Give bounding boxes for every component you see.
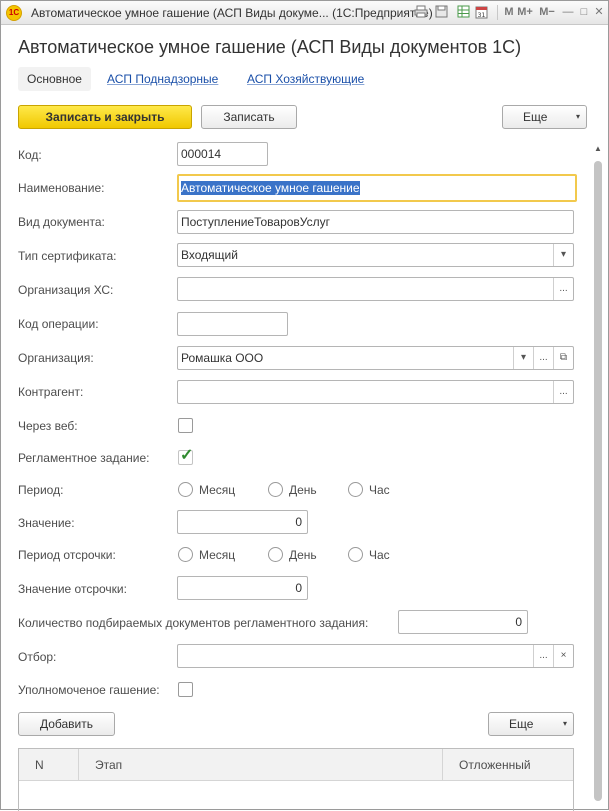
tab-supervised[interactable]: АСП Поднадзорные: [107, 67, 218, 91]
radio-label: День: [289, 548, 317, 562]
filter-label: Отбор:: [18, 650, 57, 664]
open-icon[interactable]: ⧉: [553, 347, 573, 369]
doc-count-field[interactable]: 0: [398, 610, 528, 634]
scheduled-checkbox[interactable]: ✓: [178, 447, 194, 465]
calendar-icon[interactable]: 31: [473, 5, 489, 20]
org-field[interactable]: Ромашка ООО ▾ ... ⧉: [177, 346, 574, 370]
column-header-deferred[interactable]: Отложенный: [443, 749, 573, 781]
radio-label: Месяц: [199, 548, 236, 562]
stages-table[interactable]: N Этап Отложенный: [18, 748, 574, 811]
counterparty-label: Контрагент:: [18, 385, 84, 399]
more-button[interactable]: Еще ▾: [502, 105, 587, 129]
counterparty-field[interactable]: ...: [177, 380, 574, 404]
save-and-close-button[interactable]: Записать и закрыть: [18, 105, 192, 129]
doc-type-field[interactable]: ПоступлениеТоваровУслуг: [177, 210, 574, 234]
delay-period-label: Период отсрочки:: [18, 548, 116, 562]
scroll-up-icon[interactable]: ▲: [590, 141, 606, 157]
name-label: Наименование:: [18, 181, 105, 195]
op-code-label: Код операции:: [18, 317, 99, 331]
radio-button[interactable]: [178, 482, 193, 497]
toolbar-separator: [497, 5, 498, 20]
table-header: N Этап Отложенный: [19, 749, 573, 781]
add-row-button[interactable]: Добавить: [18, 712, 115, 736]
window-title: Автоматическое умное гашение (АСП Виды д…: [31, 6, 433, 20]
print-icon[interactable]: [413, 5, 429, 20]
form-window: 1С Автоматическое умное гашение (АСП Вид…: [0, 0, 609, 811]
close-icon[interactable]: ✕: [591, 5, 607, 20]
ellipsis-icon[interactable]: ...: [553, 381, 573, 403]
period-label: Период:: [18, 483, 64, 497]
doc-count-label: Количество подбираемых документов реглам…: [18, 616, 369, 630]
chevron-down-icon: ▾: [562, 719, 567, 728]
minimize-icon[interactable]: —: [560, 5, 576, 20]
authorized-label: Уполномоченое гашение:: [18, 683, 160, 697]
cert-type-label: Тип сертификата:: [18, 249, 117, 263]
scheduled-label: Регламентное задание:: [18, 451, 150, 465]
radio-label: Месяц: [199, 483, 236, 497]
radio-label: День: [289, 483, 317, 497]
radio-button[interactable]: [178, 547, 193, 562]
scrollbar-thumb[interactable]: [594, 161, 602, 801]
tab-main[interactable]: Основное: [18, 67, 91, 91]
title-bar: 1С Автоматическое умное гашение (АСП Вид…: [1, 1, 608, 25]
vertical-scrollbar[interactable]: ▲: [590, 141, 606, 811]
chevron-down-icon[interactable]: ▾: [513, 347, 533, 369]
column-header-stage[interactable]: Этап: [79, 749, 443, 781]
org-value: Ромашка ООО: [181, 351, 264, 365]
cert-type-select[interactable]: Входящий ▾: [177, 243, 574, 267]
delay-value-field[interactable]: 0: [177, 576, 308, 600]
chevron-down-icon: ▾: [575, 112, 580, 121]
value-label: Значение:: [18, 516, 75, 530]
app-logo-icon[interactable]: 1С: [6, 5, 22, 21]
memory-minus-icon[interactable]: M−: [537, 5, 557, 20]
value-field[interactable]: 0: [177, 510, 308, 534]
maximize-icon[interactable]: □: [576, 5, 592, 20]
table-icon[interactable]: [455, 5, 471, 20]
ellipsis-icon[interactable]: ...: [533, 347, 553, 369]
radio-label: Час: [369, 483, 390, 497]
checkmark-icon: ✓: [180, 447, 194, 464]
radio-button[interactable]: [268, 482, 283, 497]
doc-type-label: Вид документа:: [18, 215, 105, 229]
op-code-field[interactable]: [177, 312, 288, 336]
tab-business-entities[interactable]: АСП Хозяйствующие: [247, 67, 364, 91]
clear-icon[interactable]: ×: [553, 645, 573, 667]
radio-button[interactable]: [268, 547, 283, 562]
org-label: Организация:: [18, 351, 94, 365]
column-header-n[interactable]: N: [19, 749, 79, 781]
svg-text:31: 31: [477, 12, 485, 19]
page-title: Автоматическое умное гашение (АСП Виды д…: [18, 37, 522, 57]
memory-plus-icon[interactable]: M+: [515, 5, 535, 20]
cert-type-value: Входящий: [181, 248, 238, 262]
code-field[interactable]: 000014: [177, 142, 268, 166]
chevron-down-icon[interactable]: ▾: [553, 244, 573, 266]
delay-value-label: Значение отсрочки:: [18, 582, 127, 596]
filter-field[interactable]: ... ×: [177, 644, 574, 668]
table-more-label: Еще: [509, 717, 534, 731]
org-hs-label: Организация ХС:: [18, 283, 114, 297]
authorized-checkbox[interactable]: [178, 682, 193, 697]
radio-button[interactable]: [348, 482, 363, 497]
via-web-checkbox[interactable]: [178, 418, 193, 433]
more-button-label: Еще: [523, 110, 548, 124]
table-more-button[interactable]: Еще ▾: [488, 712, 574, 736]
ellipsis-icon[interactable]: ...: [533, 645, 553, 667]
org-hs-field[interactable]: ...: [177, 277, 574, 301]
radio-button[interactable]: [348, 547, 363, 562]
save-button[interactable]: Записать: [201, 105, 297, 129]
save-icon[interactable]: [433, 5, 449, 20]
name-field[interactable]: Автоматическое умное гашение: [177, 174, 577, 202]
code-label: Код:: [18, 148, 42, 162]
ellipsis-icon[interactable]: ...: [553, 278, 573, 300]
via-web-label: Через веб:: [18, 419, 78, 433]
radio-label: Час: [369, 548, 390, 562]
name-field-value: Автоматическое умное гашение: [181, 181, 360, 195]
